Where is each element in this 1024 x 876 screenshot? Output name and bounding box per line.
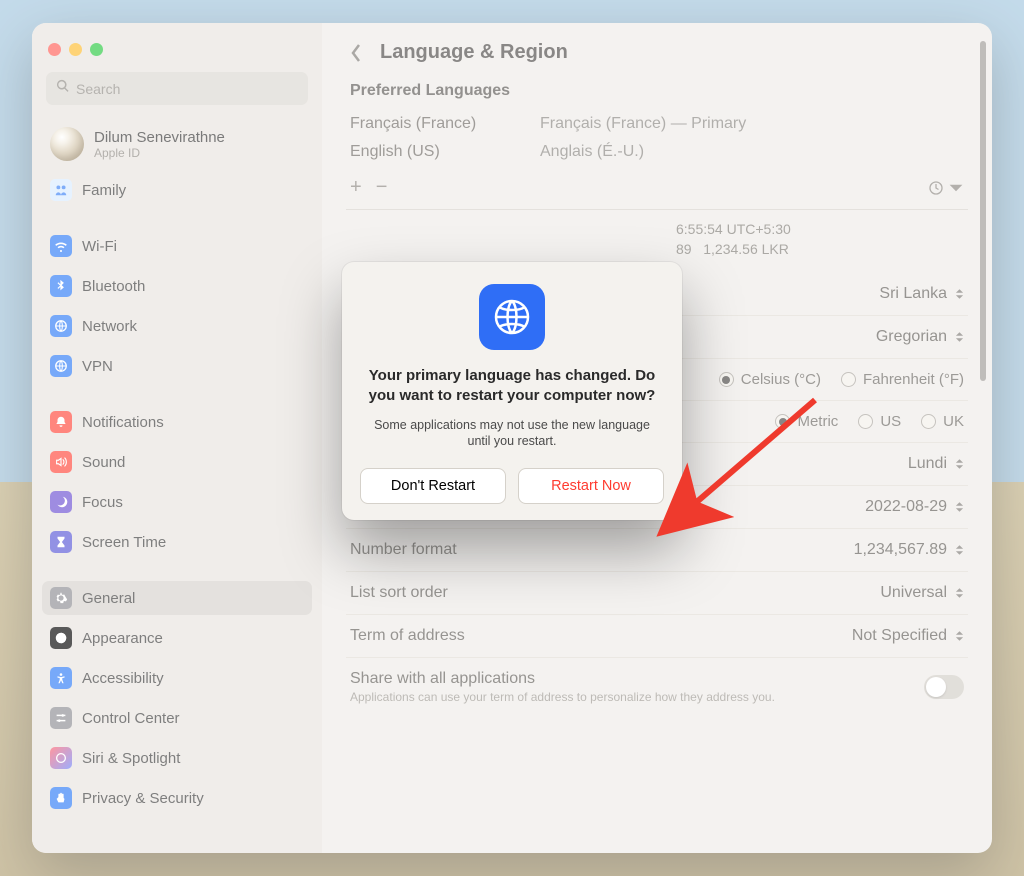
dialog-backdrop: Your primary language has changed. Do yo… <box>0 0 1024 876</box>
dialog-title: Your primary language has changed. Do yo… <box>360 366 664 407</box>
globe-app-icon <box>479 284 545 350</box>
restart-now-button[interactable]: Restart Now <box>518 468 664 504</box>
dialog-subtitle: Some applications may not use the new la… <box>360 417 664 451</box>
dont-restart-button[interactable]: Don't Restart <box>360 468 506 504</box>
restart-dialog: Your primary language has changed. Do yo… <box>342 262 682 520</box>
